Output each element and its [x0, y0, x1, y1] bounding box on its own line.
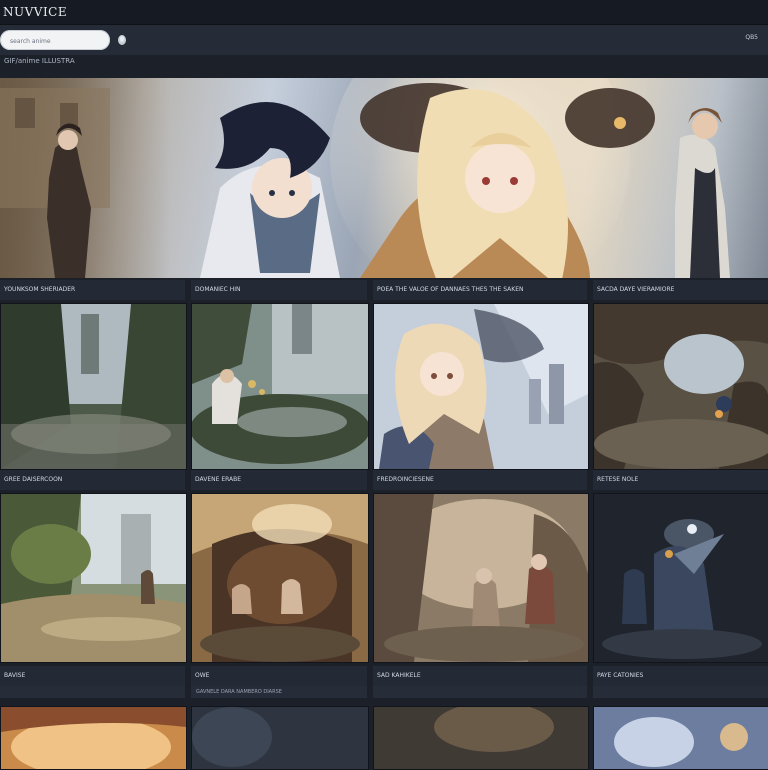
tile-illustration [192, 707, 368, 769]
tile-illustration [1, 304, 186, 469]
subcaption-strip [373, 686, 587, 698]
hero-banner[interactable] [0, 78, 768, 278]
tile-illustration [1, 707, 186, 769]
subcaption-text: GAVNELE DARA NAMBERO DIARSE [196, 689, 282, 695]
subcaption-strip [0, 686, 185, 698]
title-bar: NUVVICE [0, 0, 768, 25]
caption-text: YOUNKSOM SHERIADER [4, 286, 76, 293]
gallery-tile[interactable] [0, 493, 187, 663]
caption-strip: RETESE NOLE [593, 470, 768, 490]
caption-text: BAVISE [4, 672, 26, 679]
hero-illustration [0, 78, 730, 278]
caption-text: RETESE NOLE [597, 476, 639, 483]
caption-text: DOMANIEC HIN [195, 286, 241, 293]
caption-strip: BAVISE [0, 666, 185, 686]
subcaption-strip: GAVNELE DARA NAMBERO DIARSE [191, 686, 367, 698]
caption-strip: YOUNKSOM SHERIADER [0, 280, 185, 300]
caption-strip: DOMANIEC HIN [191, 280, 367, 300]
search-row [0, 25, 768, 55]
caption-strip: PAYE CATONIES [593, 666, 768, 686]
ellipsis-icon[interactable]: ⋯ [377, 280, 581, 300]
tile-illustration [192, 304, 368, 469]
gallery-tile[interactable] [0, 706, 187, 770]
caption-strip: GREE DAISERCOON [0, 470, 185, 490]
menu-label[interactable]: QB5 [745, 34, 758, 41]
tile-illustration [192, 494, 368, 662]
gallery-tile[interactable] [593, 706, 768, 770]
tile-illustration [1, 494, 186, 662]
search-input[interactable] [8, 32, 104, 50]
caption-strip: OWE [191, 666, 367, 686]
caption-text: PAYE CATONIES [597, 672, 644, 679]
section-label: GIF/anime ILLUSTRA [4, 57, 75, 65]
gallery-tile[interactable] [373, 493, 589, 663]
tile-illustration [374, 304, 588, 469]
caption-text: DAVENE ERABE [195, 476, 242, 483]
caption-strip: SAD KAHIKELE [373, 666, 587, 686]
gallery-tile[interactable] [191, 706, 369, 770]
tile-illustration [374, 707, 588, 769]
app-title: NUVVICE [3, 5, 68, 19]
caption-text: SACDA DAYE VIERAMIORE [597, 286, 675, 293]
caption-text: OWE [195, 672, 210, 679]
gallery-tile[interactable] [191, 493, 369, 663]
gallery-tile[interactable] [373, 706, 589, 770]
gallery-tile[interactable] [373, 303, 589, 470]
tile-illustration [594, 707, 768, 769]
tile-illustration [374, 494, 588, 662]
gallery-tile[interactable] [0, 303, 187, 470]
caption-text: FREDROINCIESENE [377, 476, 434, 483]
gallery-tile[interactable] [593, 303, 768, 470]
caption-strip: FREDROINCIESENE [373, 470, 587, 490]
caption-strip: POEA THE VALOE OF DANNAES THES THE SAKEN… [373, 280, 587, 300]
search-box[interactable] [0, 30, 110, 50]
tile-illustration [594, 494, 768, 662]
subcaption-strip [593, 686, 768, 698]
tile-illustration [594, 304, 768, 469]
caption-strip: SACDA DAYE VIERAMIORE [593, 280, 768, 300]
caption-text: GREE DAISERCOON [4, 476, 63, 483]
caption-strip: DAVENE ERABE [191, 470, 367, 490]
caption-text: SAD KAHIKELE [377, 672, 421, 679]
gallery-tile[interactable] [593, 493, 768, 663]
brush-icon[interactable] [117, 34, 127, 46]
gallery-tile[interactable] [191, 303, 369, 470]
